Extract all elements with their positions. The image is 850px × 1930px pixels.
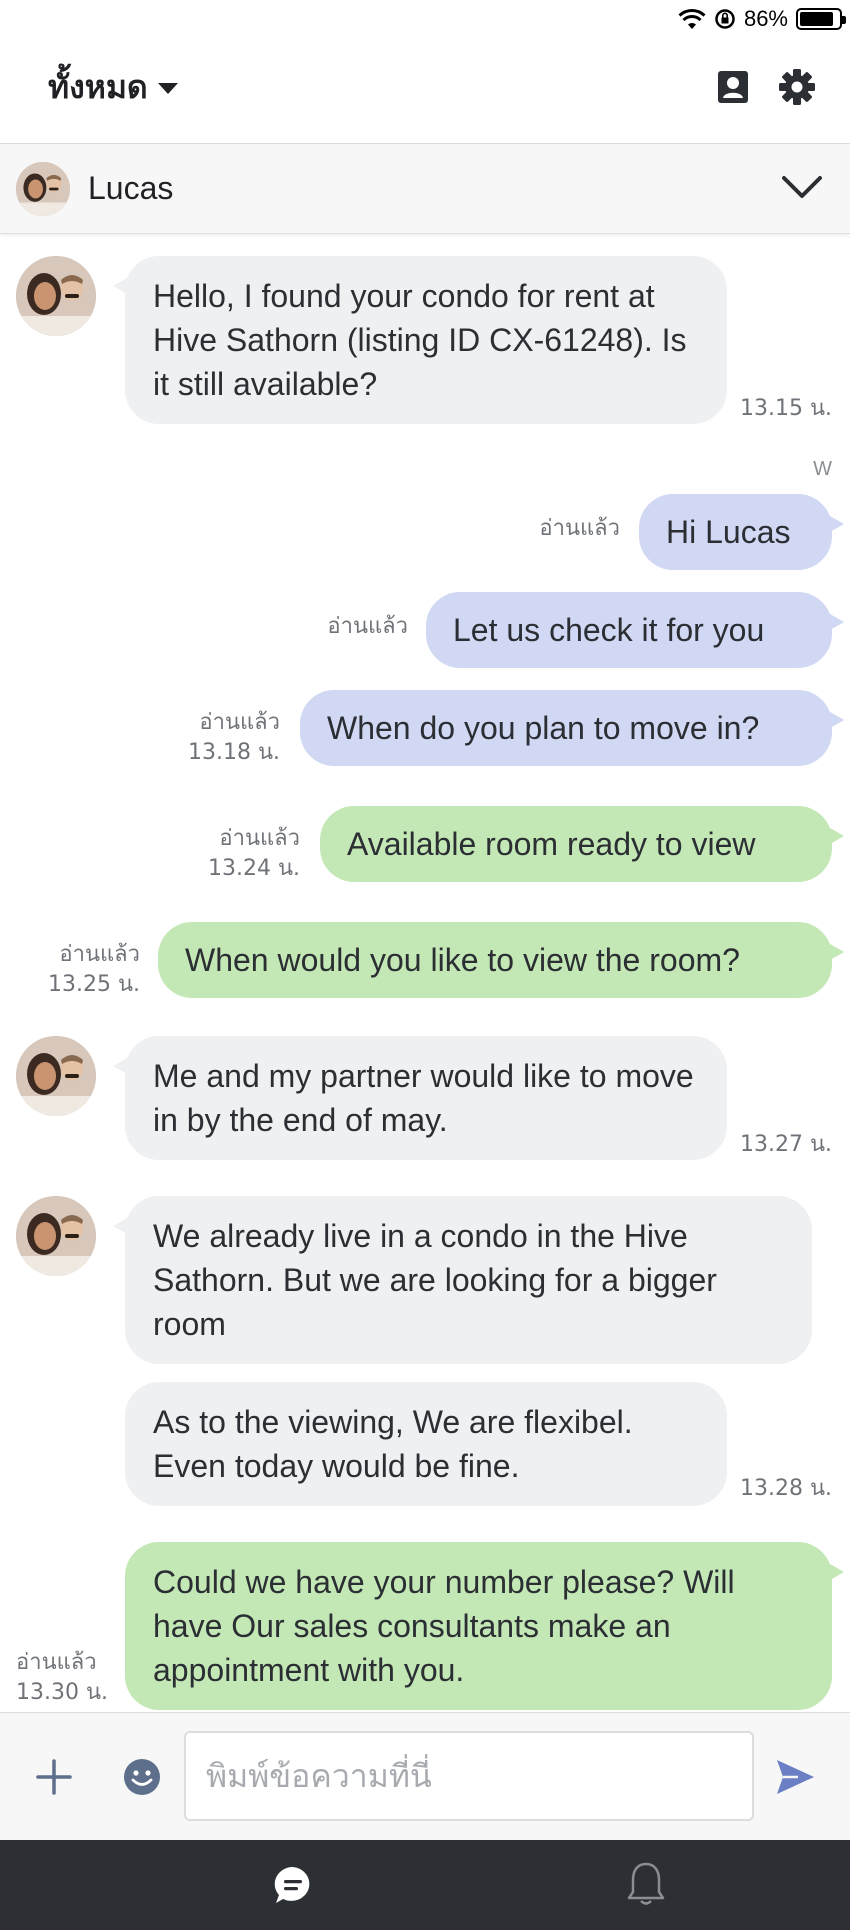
read-receipt: อ่านแล้ว bbox=[327, 614, 408, 639]
avatar[interactable] bbox=[16, 1036, 96, 1116]
message-text: Hello, I found your condo for rent at Hi… bbox=[153, 278, 687, 402]
message-time: 13.30 น. bbox=[16, 1680, 109, 1705]
folder-dropdown[interactable]: ทั้งหมด bbox=[48, 62, 178, 113]
bell-icon[interactable] bbox=[626, 1860, 666, 1908]
message-bubble[interactable]: We already live in a condo in the Hive S… bbox=[113, 1196, 812, 1364]
message-bubble[interactable]: As to the viewing, We are flexibel. Even… bbox=[125, 1382, 727, 1506]
send-icon[interactable] bbox=[774, 1757, 816, 1797]
message-bubble[interactable]: Hello, I found your condo for rent at Hi… bbox=[113, 256, 727, 424]
caret-down-icon bbox=[157, 83, 178, 94]
message-text: Me and my partner would like to move in … bbox=[153, 1058, 694, 1138]
wifi-icon bbox=[678, 8, 706, 29]
chevron-down-icon[interactable] bbox=[780, 172, 824, 202]
message-text: As to the viewing, We are flexibel. Even… bbox=[153, 1404, 633, 1484]
message-bubble[interactable]: Could we have your number please? Will h… bbox=[125, 1542, 844, 1710]
battery-level bbox=[800, 12, 833, 26]
message-time: 13.28 น. bbox=[739, 1476, 832, 1501]
message-time: 13.25 น. bbox=[47, 972, 140, 997]
folder-label: ทั้งหมด bbox=[48, 68, 148, 106]
message-text: Available room ready to view bbox=[347, 826, 756, 862]
message-list[interactable]: Hello, I found your condo for rent at Hi… bbox=[0, 236, 850, 1712]
read-receipt: อ่านแล้ว bbox=[16, 1650, 97, 1675]
read-receipt: อ่านแล้ว bbox=[199, 710, 280, 735]
bottom-navigation bbox=[0, 1840, 850, 1930]
contact-name: Lucas bbox=[88, 170, 174, 206]
status-icons: 86% bbox=[678, 4, 846, 34]
emoji-icon[interactable] bbox=[122, 1757, 162, 1797]
message-composer bbox=[0, 1712, 850, 1840]
message-bubble[interactable]: When would you like to view the room? bbox=[158, 922, 844, 998]
message-text: When would you like to view the room? bbox=[185, 942, 740, 978]
chat-icon[interactable] bbox=[272, 1864, 314, 1906]
message-text: Let us check it for you bbox=[453, 612, 765, 648]
message-time: 13.24 น. bbox=[207, 856, 300, 881]
message-bubble[interactable]: Let us check it for you bbox=[426, 592, 844, 668]
message-text: We already live in a condo in the Hive S… bbox=[153, 1218, 717, 1342]
message-time: 13.18 น. bbox=[187, 740, 280, 765]
message-bubble[interactable]: Me and my partner would like to move in … bbox=[113, 1036, 727, 1160]
read-receipt: อ่านแล้ว bbox=[59, 942, 140, 967]
contacts-icon bbox=[718, 71, 748, 103]
header: ทั้งหมด bbox=[0, 38, 850, 144]
message-text: Hi Lucas bbox=[666, 514, 791, 550]
chat-contact-bar[interactable]: Lucas bbox=[0, 144, 850, 234]
gear-icon bbox=[779, 69, 815, 105]
read-receipt: อ่านแล้ว bbox=[219, 826, 300, 851]
status-bar: 86% bbox=[0, 0, 850, 38]
battery-icon bbox=[796, 8, 846, 30]
avatar[interactable] bbox=[16, 1196, 96, 1276]
message-time: 13.15 น. bbox=[739, 396, 832, 421]
message-bubble[interactable]: When do you plan to move in? bbox=[300, 690, 844, 766]
message-bubble[interactable]: Hi Lucas bbox=[639, 494, 844, 570]
contacts-button[interactable] bbox=[712, 66, 754, 108]
avatar bbox=[16, 162, 70, 216]
sender-tag: W bbox=[813, 458, 832, 480]
plus-icon[interactable] bbox=[34, 1757, 74, 1797]
avatar[interactable] bbox=[16, 256, 96, 336]
read-receipt: อ่านแล้ว bbox=[539, 516, 620, 541]
message-text: When do you plan to move in? bbox=[327, 710, 760, 746]
message-bubble[interactable]: Available room ready to view bbox=[320, 806, 844, 882]
message-text: Could we have your number please? Will h… bbox=[153, 1564, 735, 1688]
battery-percent: 86% bbox=[743, 6, 788, 31]
orientation-lock-icon bbox=[715, 9, 735, 29]
settings-button[interactable] bbox=[776, 66, 818, 108]
message-time: 13.27 น. bbox=[739, 1132, 832, 1157]
message-input[interactable] bbox=[184, 1731, 754, 1821]
